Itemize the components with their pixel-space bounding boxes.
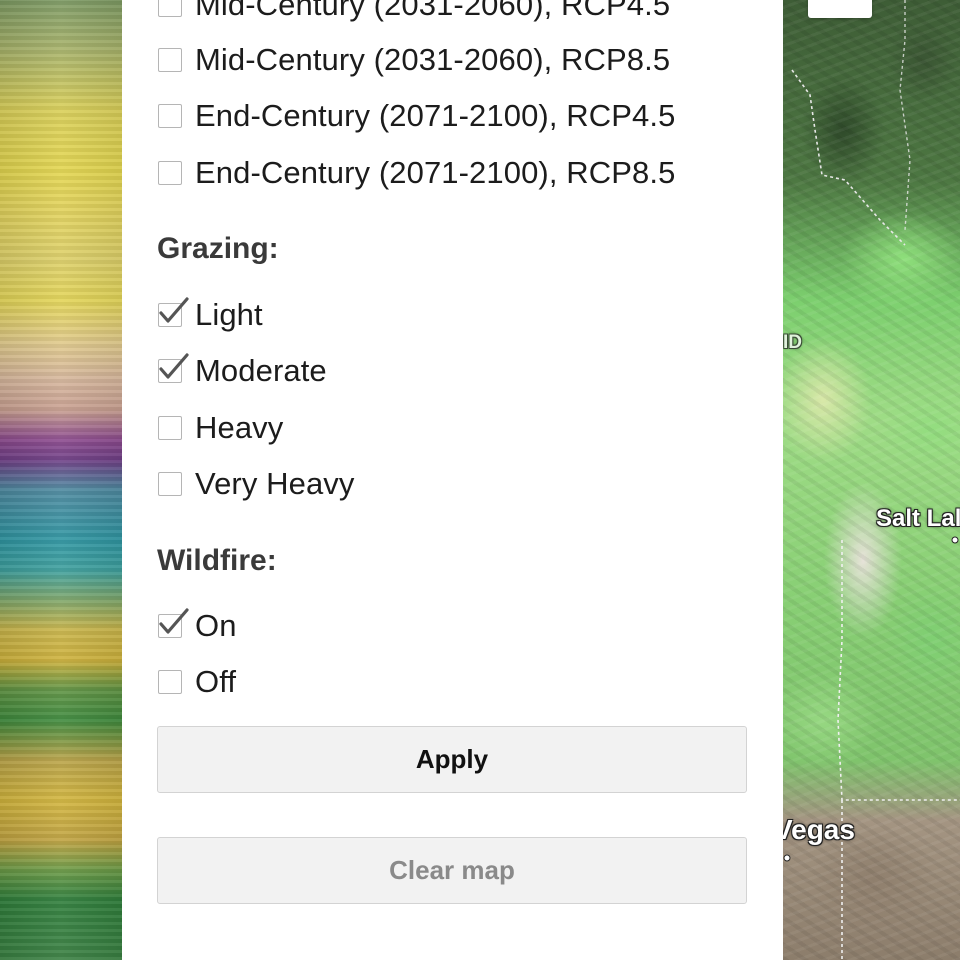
checkbox[interactable] bbox=[158, 670, 182, 694]
wildfire-option-off[interactable]: Off bbox=[158, 662, 236, 702]
option-label: Very Heavy bbox=[195, 466, 355, 501]
checkbox[interactable] bbox=[158, 0, 182, 17]
option-label: Moderate bbox=[195, 353, 327, 388]
option-label: Off bbox=[195, 664, 237, 699]
wildfire-heading: Wildfire: bbox=[157, 544, 277, 577]
checkbox[interactable] bbox=[158, 416, 182, 440]
checkbox[interactable] bbox=[158, 353, 189, 383]
checkbox[interactable] bbox=[158, 48, 182, 72]
app-screen: ID Salt Lal Vegas Mid-Century (2031-2060… bbox=[0, 0, 960, 960]
scenario-option-end-rcp85[interactable]: End-Century (2071-2100), RCP8.5 bbox=[158, 153, 675, 193]
option-label: End-Century (2071-2100), RCP4.5 bbox=[195, 98, 676, 133]
clear-map-button[interactable]: Clear map bbox=[157, 837, 747, 904]
option-label: Mid-Century (2031-2060), RCP8.5 bbox=[195, 42, 671, 77]
option-label: On bbox=[195, 608, 237, 643]
scenario-option-mid-rcp85[interactable]: Mid-Century (2031-2060), RCP8.5 bbox=[158, 40, 670, 80]
map-control-button[interactable] bbox=[808, 0, 872, 18]
checkmark-icon bbox=[159, 608, 189, 634]
checkbox[interactable] bbox=[158, 608, 189, 638]
option-label: Heavy bbox=[195, 410, 284, 445]
grazing-option-moderate[interactable]: Moderate bbox=[158, 351, 327, 391]
option-label: End-Century (2071-2100), RCP8.5 bbox=[195, 155, 676, 190]
option-label: Mid-Century (2031-2060), RCP4.5 bbox=[195, 0, 671, 22]
map-label-salt-lake-city: Salt Lal bbox=[876, 505, 960, 532]
scenario-option-end-rcp45[interactable]: End-Century (2071-2100), RCP4.5 bbox=[158, 96, 675, 136]
map-label-state: ID bbox=[783, 332, 802, 353]
checkbox[interactable] bbox=[158, 161, 182, 185]
option-label: Light bbox=[195, 297, 263, 332]
wildfire-option-on[interactable]: On bbox=[158, 606, 237, 646]
checkbox[interactable] bbox=[158, 472, 182, 496]
grazing-option-light[interactable]: Light bbox=[158, 295, 263, 335]
checkbox[interactable] bbox=[158, 104, 182, 128]
checkbox[interactable] bbox=[158, 297, 189, 327]
grazing-option-heavy[interactable]: Heavy bbox=[158, 408, 283, 448]
grazing-option-very-heavy[interactable]: Very Heavy bbox=[158, 464, 355, 504]
grazing-heading: Grazing: bbox=[157, 232, 279, 265]
checkmark-icon bbox=[159, 297, 189, 323]
scenario-option-mid-rcp45[interactable]: Mid-Century (2031-2060), RCP4.5 bbox=[158, 0, 670, 25]
map-label-las-vegas: Vegas bbox=[774, 814, 855, 845]
checkmark-icon bbox=[159, 353, 189, 379]
apply-button[interactable]: Apply bbox=[157, 726, 747, 793]
